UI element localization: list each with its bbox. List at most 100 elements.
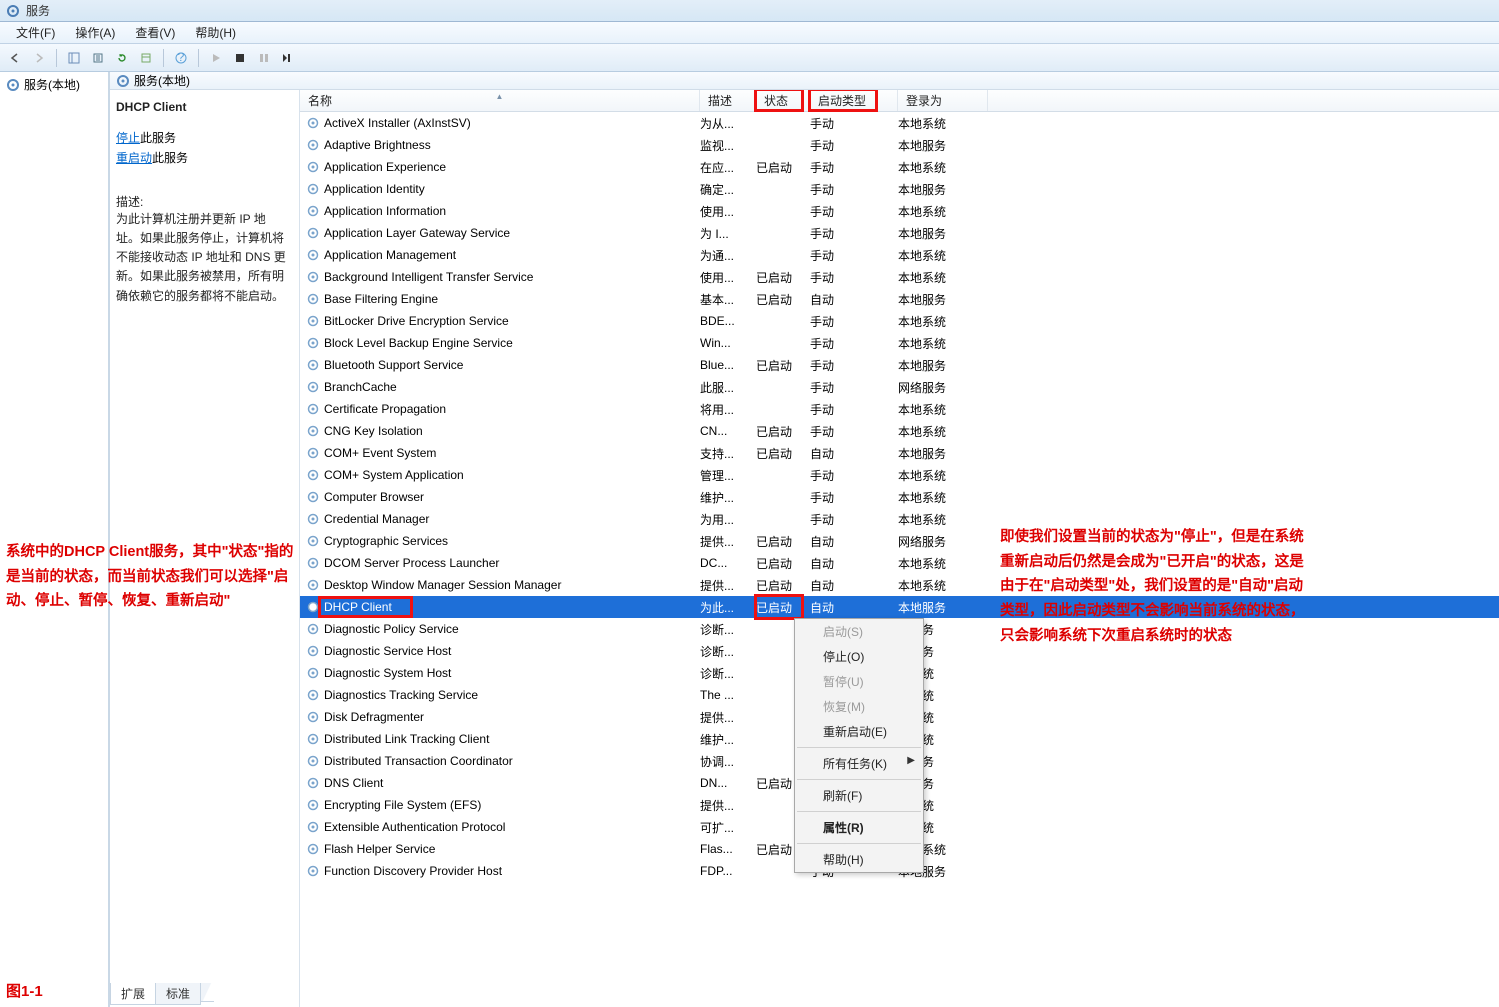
service-row[interactable]: DHCP Client为此...已启动自动本地服务 [300,596,1499,618]
service-row[interactable]: COM+ Event System支持...已启动自动本地服务 [300,442,1499,464]
tab-extended[interactable]: 扩展 [110,983,156,1005]
service-row[interactable]: Adaptive Brightness监视...手动本地服务 [300,134,1499,156]
gear-icon [306,402,320,416]
service-row[interactable]: CNG Key IsolationCN...已启动手动本地系统 [300,420,1499,442]
col-status[interactable]: 状态 [756,90,810,111]
pause-service-button[interactable] [253,47,275,69]
service-row[interactable]: Application Information使用...手动本地系统 [300,200,1499,222]
menu-bar: 文件(F) 操作(A) 查看(V) 帮助(H) [0,22,1499,44]
context-menu-item[interactable]: 所有任务(K)▶ [795,751,923,776]
service-row[interactable]: COM+ System Application管理...手动本地系统 [300,464,1499,486]
service-logon: 本地服务 [898,137,988,154]
service-row[interactable]: Application Experience在应...已启动手动本地系统 [300,156,1499,178]
gear-icon [306,666,320,680]
context-menu-item[interactable]: 属性(R) [795,815,923,840]
gear-icon [306,732,320,746]
forward-button[interactable] [28,47,50,69]
service-desc: 监视... [700,137,756,154]
show-hide-tree-button[interactable] [63,47,85,69]
services-app-icon [6,4,20,18]
service-startup: 手动 [810,379,898,396]
service-row[interactable]: Background Intelligent Transfer Service使… [300,266,1499,288]
service-startup: 手动 [810,423,898,440]
service-row[interactable]: BranchCache此服...手动网络服务 [300,376,1499,398]
service-row[interactable]: Application Identity确定...手动本地服务 [300,178,1499,200]
menu-file[interactable]: 文件(F) [6,22,65,43]
service-desc: The ... [700,688,756,702]
service-row[interactable]: Desktop Window Manager Session Manager提供… [300,574,1499,596]
service-name: Application Management [324,248,456,262]
col-startup[interactable]: 启动类型 [810,90,898,111]
gear-icon [306,864,320,878]
menu-help[interactable]: 帮助(H) [185,22,246,43]
gear-icon [306,182,320,196]
restart-link-suffix: 此服务 [152,151,188,165]
gear-icon [306,292,320,306]
service-logon: 本地系统 [898,247,988,264]
gear-icon [306,468,320,482]
service-row[interactable]: Bluetooth Support ServiceBlue...已启动手动本地服… [300,354,1499,376]
gear-icon [306,798,320,812]
gear-icon [306,116,320,130]
context-menu-item[interactable]: 帮助(H) [795,847,923,872]
service-desc: 为用... [700,511,756,528]
tree-node-services-local[interactable]: 服务(本地) [6,76,102,93]
gear-icon [306,644,320,658]
service-name: Distributed Link Tracking Client [324,732,489,746]
service-desc: 提供... [700,577,756,594]
restart-link[interactable]: 重启动 [116,151,152,165]
service-row[interactable]: Computer Browser维护...手动本地系统 [300,486,1499,508]
service-name: Distributed Transaction Coordinator [324,754,513,768]
gear-icon [306,160,320,174]
service-row[interactable]: Application Layer Gateway Service为 I...手… [300,222,1499,244]
service-row[interactable]: DCOM Server Process LauncherDC...已启动自动本地… [300,552,1499,574]
right-pane-header-text: 服务(本地) [134,72,190,89]
service-startup: 自动 [810,291,898,308]
menu-separator [797,779,921,780]
help-button[interactable]: ? [170,47,192,69]
refresh-button[interactable] [111,47,133,69]
service-logon: 本地服务 [898,225,988,242]
service-row[interactable]: BitLocker Drive Encryption ServiceBDE...… [300,310,1499,332]
selected-service-name: DHCP Client [116,100,289,114]
service-row[interactable]: ActiveX Installer (AxInstSV)为从...手动本地系统 [300,112,1499,134]
toolbar: ? [0,44,1499,72]
context-menu-item[interactable]: 刷新(F) [795,783,923,808]
restart-service-button[interactable] [277,47,299,69]
service-row[interactable]: Certificate Propagation将用...手动本地系统 [300,398,1499,420]
service-row[interactable]: Base Filtering Engine基本...已启动自动本地服务 [300,288,1499,310]
context-menu-item[interactable]: 停止(O) [795,644,923,669]
menu-action[interactable]: 操作(A) [65,22,125,43]
gear-icon [306,688,320,702]
service-name: Diagnostics Tracking Service [324,688,478,702]
stop-link[interactable]: 停止 [116,131,140,145]
service-name: COM+ System Application [324,468,464,482]
start-service-button[interactable] [205,47,227,69]
service-startup: 手动 [810,357,898,374]
tab-standard[interactable]: 标准 [155,983,201,1005]
properties-button[interactable] [135,47,157,69]
back-button[interactable] [4,47,26,69]
service-name: Credential Manager [324,512,429,526]
service-name: DHCP Client [324,600,392,614]
col-desc[interactable]: 描述 [700,90,756,111]
stop-service-button[interactable] [229,47,251,69]
service-name: Certificate Propagation [324,402,446,416]
window-titlebar: 服务 [0,0,1499,22]
service-row[interactable]: Block Level Backup Engine ServiceWin...手… [300,332,1499,354]
export-list-button[interactable] [87,47,109,69]
service-logon: 本地服务 [898,357,988,374]
gear-icon [306,226,320,240]
service-row[interactable]: Application Management为通...手动本地系统 [300,244,1499,266]
service-row[interactable]: Cryptographic Services提供...已启动自动网络服务 [300,530,1499,552]
service-status: 已启动 [756,357,810,374]
menu-separator [797,843,921,844]
context-menu-item[interactable]: 重新启动(E) [795,719,923,744]
col-logon[interactable]: 登录为 [898,90,988,111]
col-name[interactable]: 名称▲ [300,90,700,111]
context-menu-item: 启动(S) [795,619,923,644]
service-name: Flash Helper Service [324,842,435,856]
menu-view[interactable]: 查看(V) [125,22,185,43]
service-startup: 手动 [810,489,898,506]
service-row[interactable]: Credential Manager为用...手动本地系统 [300,508,1499,530]
